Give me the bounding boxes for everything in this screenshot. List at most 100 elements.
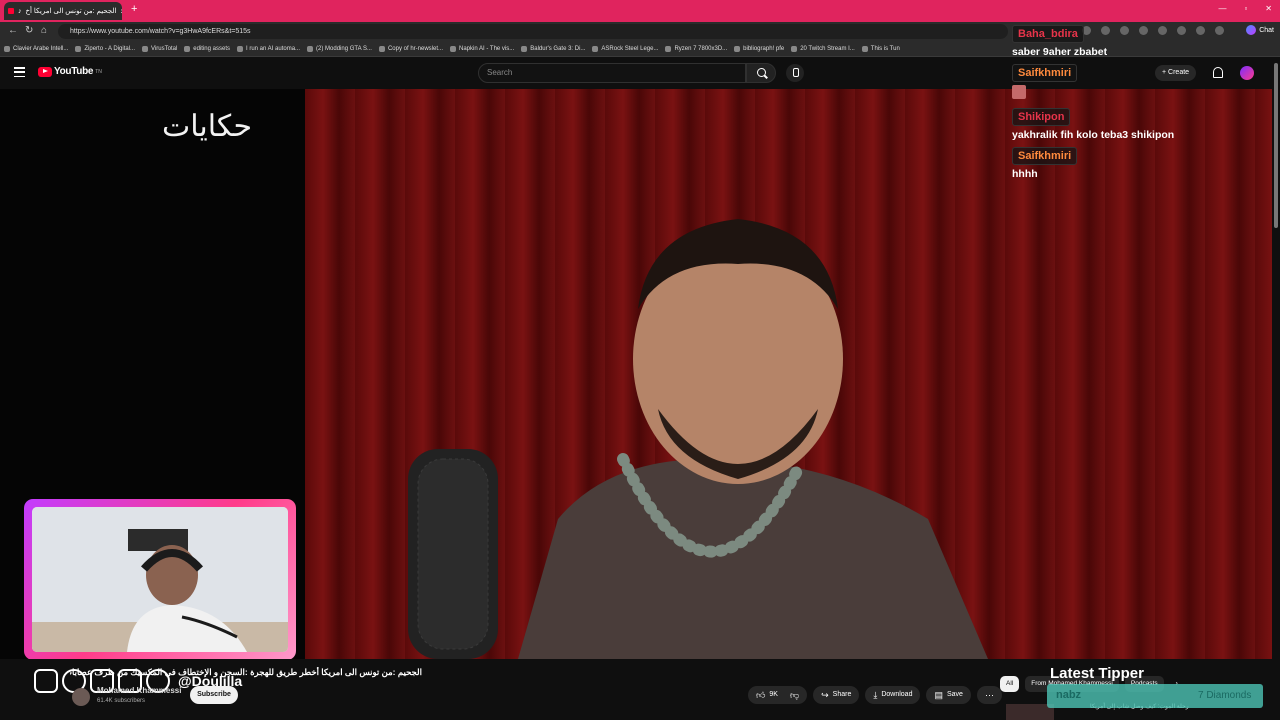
tipper-name: nabz bbox=[1056, 689, 1082, 701]
show-logo: حكايات bbox=[162, 109, 252, 144]
chat-message: Shikipon yakhralik fih kolo teba3 shikip… bbox=[1008, 107, 1270, 144]
bookmark-label: Ziperto - A Digital... bbox=[84, 45, 136, 52]
tab-title: الجحيم :من تونس الى امريكا أخ bbox=[25, 8, 117, 15]
bookmark-icon bbox=[378, 45, 385, 52]
bookmark-label: Napkin AI - The vis... bbox=[459, 45, 515, 52]
close-window-icon[interactable]: ✕ bbox=[1265, 4, 1272, 13]
download-icon: ⤓ bbox=[873, 690, 878, 700]
latest-tipper-title: Latest Tipper bbox=[1050, 665, 1144, 682]
bookmark-item[interactable]: 20 Twitch Stream I... bbox=[791, 45, 862, 52]
bookmark-icon bbox=[450, 45, 456, 52]
stream-chat-overlay: Baha_bdira saber 9aher zbabet Saifkhmiri… bbox=[1008, 24, 1270, 185]
webcam-feed bbox=[32, 507, 288, 652]
new-tab-button[interactable]: + bbox=[131, 3, 137, 15]
thumbs-down-icon[interactable]: 👎︎ bbox=[790, 686, 799, 704]
more-actions-button[interactable]: ⋯ bbox=[976, 686, 1002, 704]
like-button[interactable]: 👍︎ 9K 👎︎ bbox=[748, 686, 808, 704]
chat-username: Baha_bdira bbox=[1012, 25, 1084, 43]
bookmark-icon bbox=[142, 45, 149, 52]
bookmark-label: Copy of hr-newslet... bbox=[387, 45, 443, 52]
bookmark-label: VirusTotal bbox=[151, 45, 178, 52]
chip-all[interactable]: All bbox=[1000, 676, 1020, 692]
chat-emote bbox=[1008, 82, 1270, 105]
folder-icon bbox=[734, 45, 741, 52]
minimize-icon[interactable]: — bbox=[1218, 4, 1226, 13]
emote-icon bbox=[1012, 85, 1026, 99]
share-button[interactable]: ↪ Share bbox=[813, 686, 860, 704]
chat-message: Baha_bdira saber 9aher zbabet bbox=[1008, 24, 1270, 61]
folder-icon bbox=[184, 45, 191, 52]
speaker-icon[interactable]: ♪ bbox=[18, 8, 22, 15]
chat-text: hhhh bbox=[1012, 168, 1038, 180]
bookmark-item[interactable]: Napkin AI - The vis... bbox=[450, 45, 521, 52]
bookmark-item[interactable]: VirusTotal bbox=[142, 45, 184, 52]
page-scrollbar[interactable] bbox=[1272, 57, 1280, 720]
bookmark-item[interactable]: This is Tun bbox=[861, 45, 907, 52]
youtube-logo-text: YouTube bbox=[54, 66, 94, 77]
like-count: 9K bbox=[769, 691, 778, 698]
bookmark-label: (2) Modding GTA S... bbox=[316, 45, 372, 52]
reload-icon[interactable]: ↻ bbox=[25, 25, 33, 36]
bookmark-item[interactable]: bibliograph! pfe bbox=[734, 45, 791, 52]
close-tab-icon[interactable]: × bbox=[120, 7, 122, 16]
browser-tab-strip: ♪ الجحيم :من تونس الى امريكا أخ × + — ▫ … bbox=[0, 0, 1280, 22]
youtube-logo[interactable]: YouTube TN bbox=[38, 66, 102, 77]
webcam-frame bbox=[24, 499, 296, 660]
search-icon[interactable] bbox=[746, 63, 776, 83]
bookmark-label: bibliograph! pfe bbox=[743, 45, 785, 52]
bookmark-icon bbox=[4, 45, 10, 52]
bookmark-icon bbox=[307, 45, 314, 52]
bookmark-item[interactable]: Clavier Arabe Intell... bbox=[4, 45, 75, 52]
instagram-icon bbox=[34, 669, 58, 693]
bookmark-item[interactable]: (2) Modding GTA S... bbox=[307, 45, 379, 52]
bookmark-item[interactable]: Ryzen 7 7800x3D... bbox=[665, 45, 734, 52]
country-code: TN bbox=[95, 68, 102, 75]
save-button[interactable]: ▤ Save bbox=[926, 686, 971, 704]
bookmark-item[interactable]: I run an AI automa... bbox=[237, 45, 307, 52]
url-field[interactable]: https://www.youtube.com/watch?v=g3HwA9fc… bbox=[58, 24, 1008, 39]
video-actions: 👍︎ 9K 👎︎ ↪ Share ⤓ Download ▤ Save ⋯ bbox=[748, 686, 1002, 704]
bookmark-label: Clavier Arabe Intell... bbox=[13, 45, 69, 52]
chat-username: Saifkhmiri bbox=[1012, 64, 1078, 82]
bookmark-label: Ryzen 7 7800x3D... bbox=[674, 45, 728, 52]
youtube-play-icon bbox=[38, 66, 52, 77]
download-label: Download bbox=[881, 691, 913, 698]
channel-name[interactable]: Mohamed Khammessi bbox=[97, 686, 181, 695]
bookmark-icon bbox=[237, 45, 243, 52]
bookmark-item[interactable]: Ziperto - A Digital... bbox=[75, 45, 142, 52]
home-icon[interactable]: ⌂ bbox=[41, 25, 47, 36]
save-icon: ▤ bbox=[934, 690, 943, 700]
bookmark-label: Baldur's Gate 3: Di... bbox=[530, 45, 586, 52]
bookmark-label: This is Tun bbox=[870, 45, 900, 52]
menu-icon[interactable] bbox=[14, 67, 25, 77]
bookmark-label: 20 Twitch Stream I... bbox=[800, 45, 855, 52]
bookmark-icon bbox=[521, 45, 528, 52]
bookmark-item[interactable]: Copy of hr-newslet... bbox=[378, 45, 450, 52]
microphone-icon[interactable] bbox=[786, 64, 804, 82]
bookmark-icon bbox=[592, 45, 599, 52]
browser-tab[interactable]: ♪ الجحيم :من تونس الى امريكا أخ × bbox=[4, 2, 122, 20]
bookmark-item[interactable]: editing assets bbox=[184, 45, 237, 52]
search-input[interactable]: Search bbox=[478, 63, 746, 83]
bookmark-item[interactable]: Baldur's Gate 3: Di... bbox=[521, 45, 592, 52]
chat-message: Saifkhmiri bbox=[1008, 63, 1270, 105]
scrollbar-thumb[interactable] bbox=[1274, 63, 1278, 228]
download-button[interactable]: ⤓ Download bbox=[865, 686, 921, 704]
chat-username: Saifkhmiri bbox=[1012, 147, 1078, 165]
bookmark-label: editing assets bbox=[193, 45, 230, 52]
bookmark-icon bbox=[75, 45, 82, 52]
bookmark-icon bbox=[791, 45, 798, 52]
youtube-favicon-icon bbox=[8, 8, 14, 14]
more-icon: ⋯ bbox=[984, 690, 994, 700]
maximize-icon[interactable]: ▫ bbox=[1244, 4, 1247, 13]
subscriber-count: 61.4K subscribers bbox=[97, 698, 146, 704]
chat-text: saber 9aher zbabet bbox=[1012, 46, 1108, 58]
back-icon[interactable]: ← bbox=[8, 25, 18, 36]
subscribe-button[interactable]: Subscribe bbox=[190, 686, 238, 704]
tipper-amount: 7 Diamonds bbox=[1198, 690, 1252, 701]
bookmark-label: ASRock Steel Lege... bbox=[601, 45, 659, 52]
bookmark-label: I run an AI automa... bbox=[246, 45, 301, 52]
channel-avatar[interactable] bbox=[72, 688, 90, 706]
bookmark-item[interactable]: ASRock Steel Lege... bbox=[592, 45, 665, 52]
chat-username: Shikipon bbox=[1012, 108, 1071, 126]
